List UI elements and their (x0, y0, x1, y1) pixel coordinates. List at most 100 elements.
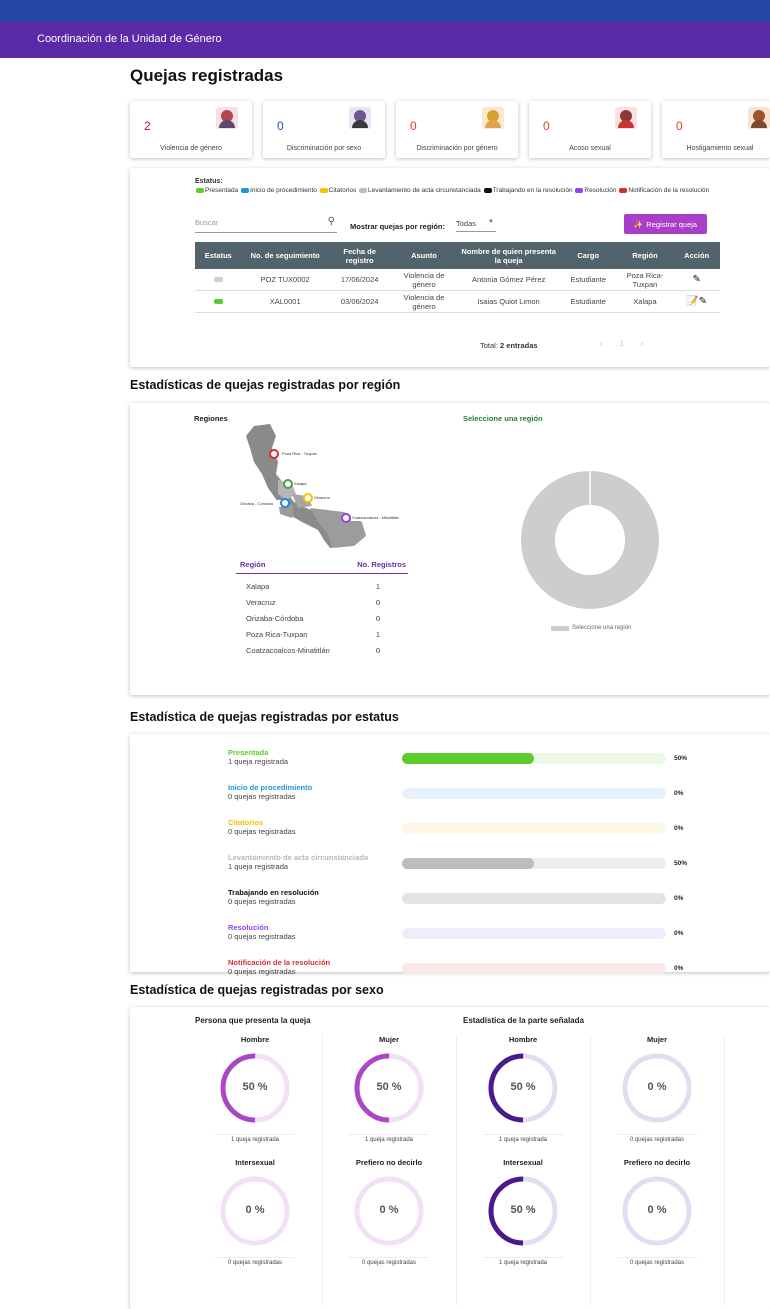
legend-label: Notificación de la resolución (628, 187, 710, 194)
pagination: ‹ 1 › (600, 336, 643, 350)
select-region-prompt: Seleccione una región (463, 414, 543, 423)
gauge-label: Prefiero no decirlo (355, 1158, 423, 1167)
region-donut-chart[interactable] (520, 470, 660, 610)
legend-item: Levantamiento de acta circunstanciada (358, 187, 483, 194)
name-cell: Isaias Quiot Limon (457, 290, 560, 313)
subject-cell: Violencia de género (390, 269, 458, 291)
gauge-percent: 50 % (510, 1081, 536, 1093)
region-card (130, 403, 770, 695)
status-progress-bar (402, 753, 666, 764)
edit-pencil-icon[interactable]: ✎ (699, 296, 707, 307)
gauge-percent: 50 % (510, 1204, 536, 1216)
pin-veracruz[interactable]: Veracruz (303, 493, 333, 503)
search-input[interactable]: Buscar ⚲ (195, 216, 337, 233)
region-count: 1 (375, 581, 381, 591)
region-count: 0 (375, 645, 381, 655)
role-cell: Estudiante (559, 290, 617, 313)
page-number[interactable]: 1 (615, 336, 629, 350)
pin-label: Xalapa (294, 481, 307, 486)
legend-swatch (551, 625, 569, 631)
status-item: Citatorios 0 quejas registradas (228, 818, 296, 836)
app-bar: Coordinación de la Unidad de Género (0, 22, 770, 58)
divider (322, 1035, 323, 1305)
summary-label: Violencia de género (160, 145, 222, 152)
pin-xalapa[interactable]: Xalapa (283, 479, 309, 489)
table-row[interactable]: Veracruz 0 (236, 594, 408, 610)
gauge-label: Intersexual (503, 1158, 543, 1167)
table-row[interactable]: XAL0001 03/06/2024 Violencia de género I… (195, 290, 720, 313)
gauge-divider (215, 1134, 295, 1135)
right-gauges-title: Estadística de la parte señalada (463, 1016, 584, 1025)
search-placeholder: Buscar (195, 218, 219, 227)
regions-label: Regiones (194, 414, 228, 423)
gauge-divider (215, 1257, 295, 1258)
pin-orizaba[interactable]: Orizaba - Córdoba (238, 498, 290, 508)
col-header: Región (616, 242, 674, 269)
table-row[interactable]: Xalapa 1 (236, 578, 408, 594)
status-percent: 0% (674, 965, 684, 972)
status-percent: 0% (674, 790, 684, 797)
edit-pencil-icon[interactable]: ✎ (692, 274, 700, 285)
status-percent: 50% (674, 860, 688, 867)
summary-card-hostigamiento[interactable]: 0 Hostigamiento sexual (662, 101, 770, 158)
status-count: 1 queja registrada (228, 757, 289, 766)
summary-card-discriminacion-genero[interactable]: 0 Discriminación por género (396, 101, 518, 158)
status-progress-bar (402, 928, 666, 939)
status-count: 0 quejas registradas (228, 967, 296, 976)
pin-poza-rica[interactable]: Poza Rica - Tuxpan (269, 449, 324, 459)
edit-document-icon[interactable]: 📝 (686, 296, 698, 307)
legend-label: Inicio de procedimiento (250, 187, 317, 194)
subject-cell: Violencia de género (390, 290, 458, 313)
summary-label: Discriminación por sexo (286, 145, 362, 152)
status-item: Resolución 0 quejas registradas (228, 923, 296, 941)
status-progress-bar (402, 858, 666, 869)
prev-page-icon[interactable]: ‹ (600, 339, 603, 348)
gauge-count: 0 quejas registradas (629, 1137, 685, 1143)
status-progress-bar (402, 893, 666, 904)
gauge-count: 0 quejas registradas (227, 1260, 283, 1266)
status-name: Levantamiento de acta circunstanciada (228, 853, 369, 862)
pin-coatzacoalcos[interactable]: Coatzacoalcos - Minatitlán (341, 513, 423, 523)
table-row[interactable]: Orizaba-Córdoba 0 (236, 610, 408, 626)
legend-item: Inicio de procedimiento (240, 187, 319, 194)
next-page-icon[interactable]: › (641, 339, 644, 348)
table-total: Total: 2 entradas (480, 341, 538, 350)
status-count: 1 queja registrada (228, 862, 289, 871)
register-complaint-button[interactable]: ✨ Registrar queja (624, 214, 707, 234)
table-row[interactable]: POZ TUX0002 17/06/2024 Violencia de géne… (195, 269, 720, 291)
table-row[interactable]: Coatzacoalcos-Minatitlán 0 (236, 642, 408, 658)
donut-legend-label: Seleccione una región (572, 625, 632, 631)
region-filter-select[interactable]: Todas ▼ (456, 219, 496, 232)
status-name: Resolución (228, 923, 269, 932)
status-percent: 0% (674, 930, 684, 937)
status-count: 0 quejas registradas (228, 897, 296, 906)
status-item: Levantamiento de acta circunstanciada 1 q… (228, 853, 368, 871)
group-icon (748, 107, 770, 129)
table-row[interactable]: Poza Rica-Tuxpan 1 (236, 626, 408, 642)
divider (590, 1035, 591, 1305)
col-header: No. Registros (357, 560, 406, 569)
legend-label: Resolución (584, 187, 617, 194)
search-icon[interactable]: ⚲ (328, 216, 335, 227)
veracruz-map[interactable]: Poza Rica - Tuxpan Xalapa Veracruz Oriza… (232, 422, 432, 554)
summary-card-acoso[interactable]: 0 Acoso sexual (529, 101, 651, 158)
legend-label: Presentada (205, 187, 239, 194)
flag-icon (241, 187, 250, 193)
name-cell: Antonia Gómez Pérez (457, 269, 560, 291)
col-header: Fecha de registro (328, 242, 391, 269)
legend-item: Trabajando en la resolución (483, 187, 575, 194)
summary-count: 2 (144, 119, 151, 133)
chevron-down-icon: ▼ (488, 219, 494, 225)
summary-card-violencia[interactable]: 2 Violencia de género (130, 101, 252, 158)
region-cell: Xalapa (616, 290, 674, 313)
region-name: Orizaba-Córdoba (246, 613, 304, 623)
summary-card-discriminacion-sexo[interactable]: 0 Discriminación por sexo (263, 101, 385, 158)
region-cell: Poza Rica-Tuxpan (616, 269, 674, 291)
app-title: Coordinación de la Unidad de Género (37, 33, 222, 45)
gauge-count: 1 queja registrada (498, 1260, 548, 1266)
divider (456, 1035, 457, 1305)
gauge-percent: 0 % (647, 1081, 667, 1093)
status-name: Notificación de la resolución (228, 958, 331, 967)
status-count: 0 quejas registradas (228, 827, 296, 836)
gauge-percent: 0 % (245, 1204, 265, 1216)
